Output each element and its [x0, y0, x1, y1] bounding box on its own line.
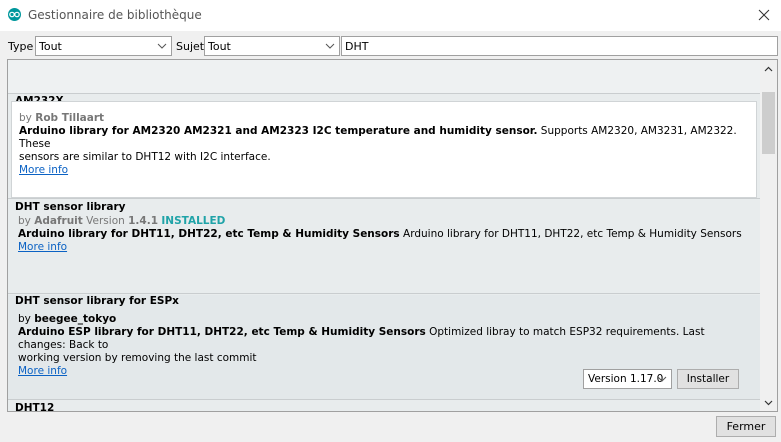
- chevron-down-icon: [764, 400, 773, 405]
- version-select-value: Version 1.17.0: [588, 373, 664, 385]
- author-line: by Rob Tillaart: [19, 112, 105, 124]
- more-info-link[interactable]: More info: [18, 241, 67, 253]
- window-title: Gestionnaire de bibliothèque: [28, 8, 202, 22]
- scroll-down-button[interactable]: [760, 394, 777, 411]
- library-description: Arduino library for AM2320 AM2321 and AM…: [19, 125, 737, 150]
- library-author: Rob Tillaart: [35, 112, 105, 124]
- list-item[interactable]: AM232X by Rob Tillaart Arduino library f…: [8, 95, 760, 199]
- scrollbar-thumb[interactable]: [762, 92, 775, 154]
- library-name: DHT sensor library: [15, 201, 126, 213]
- library-name: DHT12: [15, 402, 55, 412]
- library-details: by Rob Tillaart Arduino library for AM23…: [11, 101, 757, 198]
- library-description: Arduino library for DHT11, DHT22, etc Te…: [18, 228, 742, 240]
- chevron-down-icon: [325, 43, 335, 49]
- version-select[interactable]: Version 1.17.0: [583, 369, 672, 389]
- close-button[interactable]: Fermer: [716, 416, 776, 437]
- more-info-link[interactable]: More info: [18, 365, 67, 377]
- chevron-up-icon: [764, 66, 773, 71]
- chevron-down-icon: [157, 43, 167, 49]
- library-author: Adafruit: [34, 215, 83, 227]
- library-name: DHT sensor library for ESPx: [15, 295, 179, 307]
- close-window-button[interactable]: [753, 4, 775, 26]
- more-info-link[interactable]: More info: [19, 164, 68, 176]
- chevron-down-icon: [657, 376, 667, 382]
- topic-select-value: Tout: [208, 40, 231, 53]
- search-input[interactable]: DHT: [341, 36, 778, 56]
- topic-select[interactable]: Tout: [204, 36, 340, 56]
- library-author: beegee_tokyo: [34, 313, 117, 325]
- author-line: by beegee_tokyo: [18, 313, 117, 325]
- type-select-value: Tout: [39, 40, 62, 53]
- close-icon: [758, 9, 770, 21]
- installed-badge: INSTALLED: [161, 215, 226, 227]
- library-description: Arduino ESP library for DHT11, DHT22, et…: [18, 326, 705, 351]
- install-button[interactable]: Installer: [677, 369, 739, 389]
- list-item[interactable]: DHT sensor library by Adafruit Version 1…: [8, 201, 760, 294]
- filter-bar: Type Tout Sujet Tout DHT: [0, 34, 781, 58]
- installed-version: 1.4.1: [128, 215, 159, 227]
- type-select[interactable]: Tout: [35, 36, 172, 56]
- list-header: [8, 60, 760, 94]
- author-line: by Adafruit Version 1.4.1 INSTALLED: [18, 215, 226, 227]
- topic-label: Sujet: [176, 40, 205, 53]
- library-details: by Adafruit Version 1.4.1 INSTALLED Ardu…: [11, 213, 757, 256]
- title-bar: Gestionnaire de bibliothèque: [0, 0, 781, 31]
- arduino-logo-icon: [8, 8, 21, 21]
- list-item[interactable]: DHT sensor library for ESPx by beegee_to…: [8, 295, 760, 400]
- type-label: Type: [8, 40, 34, 53]
- vertical-scrollbar[interactable]: [760, 60, 777, 411]
- library-list[interactable]: AM232X by Rob Tillaart Arduino library f…: [7, 59, 778, 412]
- search-input-value: DHT: [345, 40, 369, 53]
- scroll-up-button[interactable]: [760, 60, 777, 77]
- list-item[interactable]: DHT12: [8, 402, 760, 412]
